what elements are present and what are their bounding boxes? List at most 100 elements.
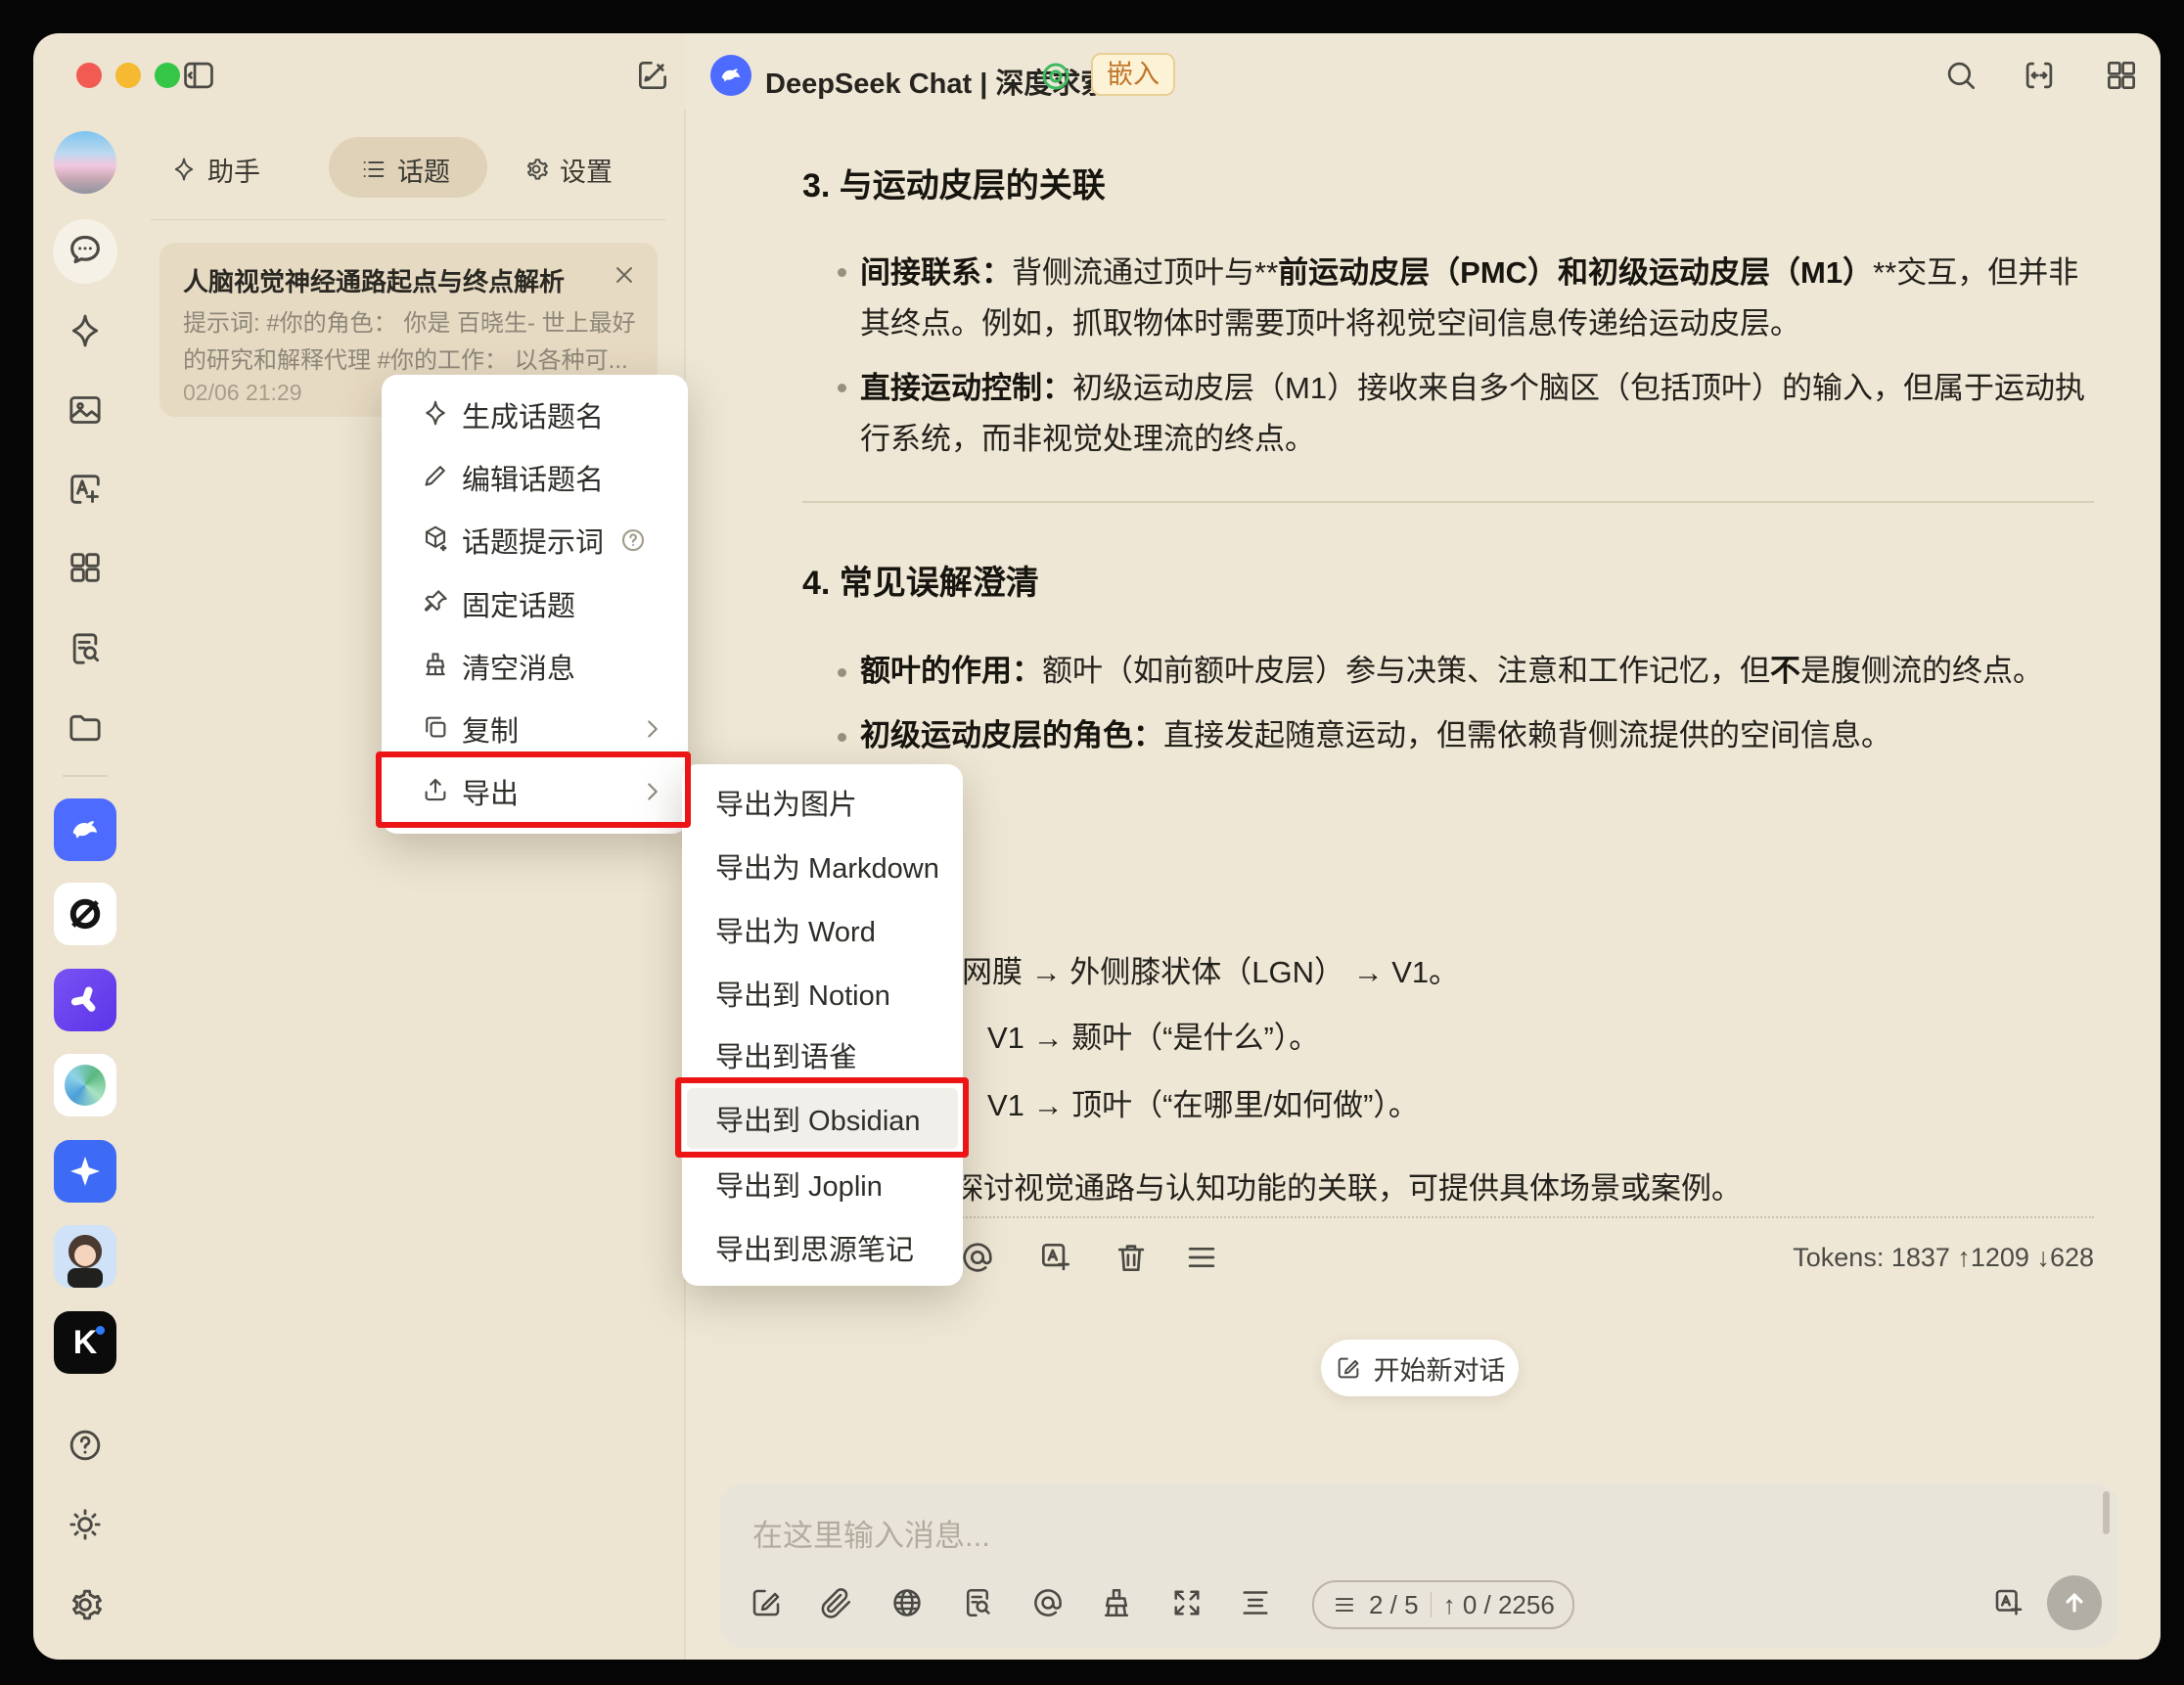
nav-chat-active-bg[interactable] — [53, 219, 117, 284]
menu-item-generate-name[interactable]: 生成话题名 — [382, 384, 688, 446]
chevron-right-icon — [638, 777, 667, 811]
section-4-bullet-1: 额叶的作用：额叶（如前额叶皮层）参与决策、注意和工作记忆，但不是腹侧流的终点。 — [860, 646, 2095, 697]
tab-assistant[interactable]: 助手 — [170, 151, 260, 188]
nav-knowledge-icon[interactable] — [66, 629, 105, 673]
traffic-light-close[interactable] — [76, 63, 102, 88]
tabs-divider — [151, 219, 665, 220]
topic-card-title: 人脑视觉神经通路起点与终点解析 — [183, 262, 565, 298]
help-icon[interactable] — [66, 1426, 105, 1470]
section-4-title: 4. 常见误解澄清 — [802, 556, 1039, 604]
app-kimi-icon[interactable]: K — [54, 1311, 116, 1374]
new-topic-icon[interactable] — [749, 1585, 784, 1625]
user-avatar[interactable] — [54, 131, 116, 194]
new-chat-button[interactable]: 开始新对话 — [1321, 1340, 1519, 1396]
broom-icon — [421, 650, 450, 684]
menu-item-clear-messages[interactable]: 清空消息 — [382, 635, 688, 698]
app-star-icon[interactable] — [54, 1140, 116, 1203]
menu-item-label: 话题提示词 — [462, 520, 604, 561]
tab-topics-label: 话题 — [397, 151, 450, 189]
message-input-box[interactable]: 在这里输入消息... 2 / 5 ↑ 0 / 225 — [719, 1483, 2118, 1648]
chat-bubble-icon — [66, 230, 105, 274]
submenu-item-label: 导出到 Notion — [715, 973, 890, 1014]
topic-close-icon[interactable] — [610, 260, 639, 295]
submenu-item-export-image[interactable]: 导出为图片 — [682, 771, 963, 834]
cube-icon — [421, 524, 450, 558]
topic-card-subtitle-2: 的研究和解释代理 #你的工作： 以各种可... — [183, 341, 628, 375]
embed-badge[interactable]: 嵌入 — [1091, 53, 1175, 96]
pencil-icon — [421, 461, 450, 495]
menu-item-edit-name[interactable]: 编辑话题名 — [382, 446, 688, 509]
bullet-dot — [838, 384, 846, 392]
menu-item-pin-topic[interactable]: 固定话题 — [382, 572, 688, 635]
sidebar-toggle-icon[interactable] — [180, 57, 217, 99]
traffic-light-zoom[interactable] — [155, 63, 180, 88]
pathway-line-3: V1 → 顶叶（“在哪里/如何做”）。 — [987, 1080, 1419, 1124]
traffic-light-minimize[interactable] — [115, 63, 141, 88]
web-search-icon[interactable] — [889, 1585, 925, 1625]
knowledge-search-icon[interactable] — [960, 1585, 995, 1625]
submenu-item-export-obsidian[interactable]: 导出到 Obsidian — [682, 1087, 963, 1150]
app-deepseek-icon[interactable] — [54, 798, 116, 861]
nav-files-icon[interactable] — [66, 708, 105, 752]
mention-icon[interactable] — [959, 1239, 996, 1281]
copy-icon — [421, 712, 450, 747]
token-count: ↑ 0 / 2256 — [1443, 1590, 1555, 1620]
submenu-item-label: 导出到 Obsidian — [715, 1098, 921, 1139]
topic-card-subtitle-1: 提示词: #你的角色： 你是 百晓生- 世上最好 — [183, 303, 636, 338]
eye-icon — [1038, 59, 1073, 99]
translate-message-icon[interactable] — [1037, 1239, 1074, 1281]
submenu-item-label: 导出到语雀 — [715, 1034, 857, 1075]
section-3-bullet-2: 直接运动控制：初级运动皮层（M1）接收来自多个脑区（包括顶叶）的输入，但属于运动… — [860, 363, 2095, 465]
menu-item-copy[interactable]: 复制 — [382, 698, 688, 760]
theme-icon[interactable] — [66, 1505, 105, 1549]
app-window: DeepSeek Chat | 深度求索 嵌入 — [33, 33, 2161, 1660]
delete-message-icon[interactable] — [1113, 1239, 1150, 1281]
submenu-item-export-notion[interactable]: 导出到 Notion — [682, 962, 963, 1025]
search-icon[interactable] — [1942, 57, 1979, 99]
submenu-item-label: 导出到 Joplin — [715, 1163, 883, 1205]
message-menu-icon[interactable] — [1183, 1239, 1220, 1281]
nav-images-icon[interactable] — [66, 390, 105, 434]
compose-icon[interactable] — [634, 57, 671, 99]
submenu-item-export-markdown[interactable]: 导出为 Markdown — [682, 835, 963, 897]
context-counter-pill[interactable]: 2 / 5 ↑ 0 / 2256 — [1312, 1580, 1574, 1629]
layout-grid-icon[interactable] — [2103, 57, 2140, 99]
topic-context-menu: 生成话题名 编辑话题名 话题提示词 固定话题 清空消息 复制 导出 — [382, 375, 688, 834]
collapse-toolbar-icon[interactable] — [1238, 1585, 1273, 1625]
bullet-dot — [838, 733, 846, 742]
nav-apps-icon[interactable] — [66, 548, 105, 592]
tab-topics-inner[interactable]: 话题 — [360, 151, 450, 188]
mention-model-icon[interactable] — [1030, 1585, 1066, 1625]
pathway-line-2: V1 → 颞叶（“是什么”）。 — [987, 1013, 1319, 1057]
pin-icon — [421, 587, 450, 621]
submenu-item-export-word[interactable]: 导出为 Word — [682, 898, 963, 961]
settings-gear-icon[interactable] — [66, 1585, 105, 1629]
attachment-icon[interactable] — [819, 1585, 854, 1625]
input-translate-icon[interactable] — [1991, 1585, 2026, 1625]
submenu-item-export-yuque[interactable]: 导出到语雀 — [682, 1024, 963, 1086]
menu-item-export[interactable]: 导出 — [382, 760, 688, 823]
nav-assistants-icon[interactable] — [66, 311, 105, 355]
menu-item-label: 清空消息 — [462, 646, 575, 687]
menu-item-label: 固定话题 — [462, 583, 575, 624]
message-input-placeholder: 在这里输入消息... — [752, 1511, 990, 1555]
app-swirl-icon[interactable] — [54, 1054, 116, 1116]
submenu-item-export-siyuan[interactable]: 导出到思源笔记 — [682, 1216, 963, 1279]
bullet-dot — [838, 668, 846, 677]
send-button[interactable] — [2047, 1575, 2102, 1630]
app-knot-icon[interactable] — [54, 969, 116, 1031]
section-4-bullet-2: 初级运动皮层的角色：直接发起随意运动，但需依赖背侧流提供的空间信息。 — [860, 710, 2095, 761]
sparkle-icon — [421, 398, 450, 433]
input-scrollbar[interactable] — [2103, 1491, 2110, 1534]
fullscreen-icon[interactable] — [1169, 1585, 1205, 1625]
menu-item-topic-prompt[interactable]: 话题提示词 — [382, 509, 688, 571]
app-compass-icon[interactable] — [54, 883, 116, 945]
clear-context-icon[interactable] — [1099, 1585, 1134, 1625]
help-circle-icon — [618, 525, 648, 560]
expand-width-icon[interactable] — [2021, 57, 2058, 99]
swirl-logo — [65, 1065, 106, 1106]
app-girl-avatar-icon[interactable] — [54, 1225, 116, 1288]
submenu-item-export-joplin[interactable]: 导出到 Joplin — [682, 1153, 963, 1215]
tab-settings[interactable]: 设置 — [523, 151, 613, 188]
nav-translate-icon[interactable] — [66, 470, 105, 514]
